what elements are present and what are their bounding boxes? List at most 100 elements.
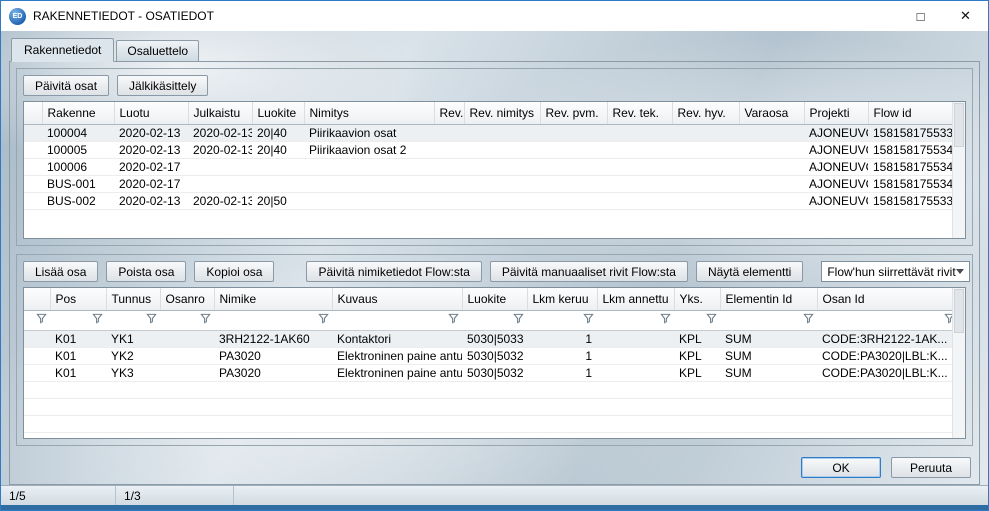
parts-toolbar: Lisää osa Poista osa Kopioi osa Päivitä … [23, 261, 966, 282]
column-header[interactable]: Flow id [868, 102, 958, 124]
table-cell: Elektroninen paine anturi [332, 364, 462, 381]
jalkikasittely-button[interactable]: Jälkikäsittely [117, 75, 208, 96]
filter-icon[interactable] [583, 313, 594, 324]
filter-cell[interactable] [817, 310, 958, 330]
column-header[interactable]: Elementin Id [720, 288, 817, 310]
filter-cell[interactable] [50, 310, 106, 330]
column-header[interactable]: Nimitys [304, 102, 434, 124]
titlebar: ED RAKENNETIEDOT - OSATIEDOT □ ✕ [1, 1, 988, 31]
filter-icon[interactable] [660, 313, 671, 324]
kopioi-osa-button[interactable]: Kopioi osa [194, 261, 274, 282]
tab-rakennetiedot[interactable]: Rakennetiedot [11, 38, 114, 62]
filter-cell[interactable] [332, 310, 462, 330]
filter-cell[interactable] [527, 310, 597, 330]
close-button[interactable]: ✕ [943, 1, 988, 31]
table-cell: 20|40 [252, 141, 304, 158]
filter-cell[interactable] [160, 310, 214, 330]
filter-cell[interactable] [674, 310, 720, 330]
column-header[interactable]: Pos [50, 288, 106, 310]
column-header[interactable]: Rev. nimitys [464, 102, 540, 124]
column-header[interactable]: Rev. hyv. [672, 102, 739, 124]
filter-icon[interactable] [448, 313, 459, 324]
row-selector[interactable] [24, 192, 42, 209]
filter-cell[interactable] [214, 310, 332, 330]
paivita-osat-button[interactable]: Päivitä osat [23, 75, 109, 96]
column-header[interactable]: Rev. [434, 102, 464, 124]
table-row[interactable]: 1000042020-02-132020-02-1320|40Piirikaav… [24, 124, 958, 141]
row-selector[interactable] [24, 330, 50, 347]
table-row[interactable]: K01YK2PA3020Elektroninen paine anturi503… [24, 347, 958, 364]
filter-icon[interactable] [318, 313, 329, 324]
poista-osa-button[interactable]: Poista osa [106, 261, 186, 282]
table-row[interactable]: 1000062020-02-17AJONEUVO1581581755349 [24, 158, 958, 175]
filter-icon[interactable] [200, 313, 211, 324]
filter-icon[interactable] [146, 313, 157, 324]
row-selector[interactable] [24, 364, 50, 381]
cancel-button[interactable]: Peruuta [891, 457, 971, 478]
dropdown-value: Flow'hun siirrettävät rivit [827, 265, 955, 279]
filter-cell[interactable] [462, 310, 527, 330]
table-row[interactable]: BUS-0012020-02-17AJONEUVO1581581755347 [24, 175, 958, 192]
column-header[interactable]: Luotu [114, 102, 188, 124]
column-header[interactable]: Luokite [252, 102, 304, 124]
column-header[interactable]: Osanro [160, 288, 214, 310]
row-selector[interactable] [24, 124, 42, 141]
scrollbar-thumb[interactable] [954, 289, 964, 333]
filter-icon[interactable] [36, 313, 47, 324]
column-header[interactable]: Osan Id [817, 288, 958, 310]
filter-row [24, 310, 958, 330]
column-header[interactable]: Rakenne [42, 102, 114, 124]
table-cell: 2020-02-13 [114, 141, 188, 158]
filter-cell[interactable] [24, 310, 50, 330]
column-header[interactable]: Lkm annettu [597, 288, 674, 310]
structures-scrollbar[interactable] [952, 102, 965, 238]
paivita-manuaaliset-rivit-button[interactable]: Päivitä manuaaliset rivit Flow:sta [490, 261, 688, 282]
table-cell: 3RH2122-1AK60 [214, 330, 332, 347]
lisaa-osa-button[interactable]: Lisää osa [23, 261, 98, 282]
column-header[interactable]: Julkaistu [188, 102, 252, 124]
filter-cell[interactable] [106, 310, 160, 330]
table-cell: BUS-002 [42, 192, 114, 209]
column-header[interactable]: Nimike [214, 288, 332, 310]
paivita-nimiketiedot-button[interactable]: Päivitä nimiketiedot Flow:sta [306, 261, 481, 282]
column-header[interactable]: Lkm keruu [527, 288, 597, 310]
table-cell [597, 347, 674, 364]
filter-icon[interactable] [803, 313, 814, 324]
column-header[interactable]: Kuvaus [332, 288, 462, 310]
row-selector[interactable] [24, 347, 50, 364]
ok-button[interactable]: OK [801, 457, 881, 478]
maximize-button[interactable]: □ [898, 1, 943, 31]
table-cell: 1 [527, 364, 597, 381]
scrollbar-thumb[interactable] [954, 103, 964, 147]
column-header[interactable]: Rev. tek. [607, 102, 672, 124]
row-selector[interactable] [24, 141, 42, 158]
column-header[interactable]: Tunnus [106, 288, 160, 310]
table-row[interactable]: K01YK3PA3020Elektroninen paine anturi503… [24, 364, 958, 381]
row-selector[interactable] [24, 175, 42, 192]
filter-cell[interactable] [597, 310, 674, 330]
table-cell: 20|40 [252, 124, 304, 141]
nayta-elementti-button[interactable]: Näytä elementti [696, 261, 803, 282]
table-cell: SUM [720, 347, 817, 364]
table-row[interactable]: 1000052020-02-132020-02-1320|40Piirikaav… [24, 141, 958, 158]
column-header[interactable]: Projekti [804, 102, 868, 124]
table-row[interactable]: BUS-0022020-02-132020-02-1320|50AJONEUVO… [24, 192, 958, 209]
table-row[interactable]: K01YK13RH2122-1AK60Kontaktori5030|50331K… [24, 330, 958, 347]
column-header[interactable]: Rev. pvm. [540, 102, 607, 124]
table-cell [607, 158, 672, 175]
tab-osaluettelo[interactable]: Osaluettelo [116, 40, 199, 61]
table-cell: 1581581755349 [868, 158, 958, 175]
parts-scrollbar[interactable] [952, 288, 965, 438]
table-cell: CODE:PA3020|LBL:K... [817, 347, 958, 364]
rows-filter-dropdown[interactable]: Flow'hun siirrettävät rivit [821, 261, 969, 282]
filter-icon[interactable] [513, 313, 524, 324]
filter-icon[interactable] [706, 313, 717, 324]
row-selector[interactable] [24, 158, 42, 175]
table-cell: 100006 [42, 158, 114, 175]
table-cell [188, 175, 252, 192]
column-header[interactable]: Luokite [462, 288, 527, 310]
column-header[interactable]: Yks. [674, 288, 720, 310]
column-header[interactable]: Varaosa [739, 102, 804, 124]
filter-cell[interactable] [720, 310, 817, 330]
filter-icon[interactable] [92, 313, 103, 324]
